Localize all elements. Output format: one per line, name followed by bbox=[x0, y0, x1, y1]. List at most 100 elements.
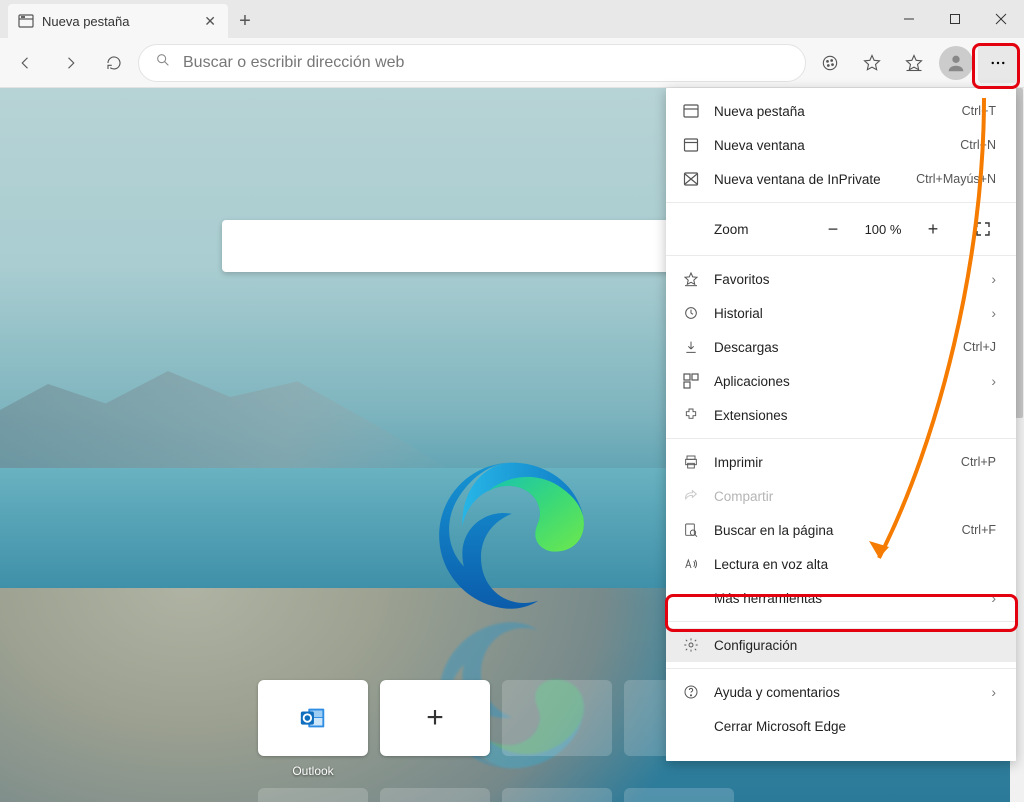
quick-link-placeholder bbox=[258, 788, 368, 802]
menu-label: Cerrar Microsoft Edge bbox=[714, 719, 996, 734]
quick-link-outlook[interactable] bbox=[258, 680, 368, 756]
tab-title: Nueva pestaña bbox=[42, 14, 129, 29]
download-icon bbox=[682, 339, 700, 355]
forward-button[interactable] bbox=[50, 43, 90, 83]
chevron-right-icon: › bbox=[991, 373, 996, 389]
menu-favorites[interactable]: Favoritos › bbox=[666, 262, 1016, 296]
chevron-right-icon: › bbox=[991, 305, 996, 321]
close-window-button[interactable] bbox=[978, 0, 1024, 38]
favorites-list-icon[interactable] bbox=[894, 43, 934, 83]
newtab-icon bbox=[682, 103, 700, 119]
menu-label: Nueva ventana de InPrivate bbox=[714, 172, 902, 187]
menu-separator bbox=[666, 202, 1016, 203]
quick-links-row-2 bbox=[258, 788, 734, 802]
quick-link-add[interactable]: + bbox=[380, 680, 490, 756]
menu-downloads[interactable]: Descargas Ctrl+J bbox=[666, 330, 1016, 364]
menu-close-edge[interactable]: Cerrar Microsoft Edge bbox=[666, 709, 1016, 743]
menu-shortcut: Ctrl+Mayús+N bbox=[916, 172, 996, 186]
chevron-right-icon: › bbox=[991, 684, 996, 700]
share-icon bbox=[682, 488, 700, 504]
menu-label: Más herramientas bbox=[714, 591, 977, 606]
favorite-star-icon[interactable] bbox=[852, 43, 892, 83]
tracking-prevention-icon[interactable] bbox=[810, 43, 850, 83]
menu-help[interactable]: Ayuda y comentarios › bbox=[666, 675, 1016, 709]
menu-separator bbox=[666, 621, 1016, 622]
menu-extensions[interactable]: Extensiones bbox=[666, 398, 1016, 432]
menu-read-aloud[interactable]: Lectura en voz alta bbox=[666, 547, 1016, 581]
menu-separator bbox=[666, 668, 1016, 669]
menu-label: Extensiones bbox=[714, 408, 996, 423]
menu-label: Nueva ventana bbox=[714, 138, 946, 153]
address-placeholder: Buscar o escribir dirección web bbox=[183, 54, 404, 72]
zoom-label: Zoom bbox=[682, 222, 806, 237]
quick-link-placeholder bbox=[502, 788, 612, 802]
menu-separator bbox=[666, 255, 1016, 256]
chevron-right-icon: › bbox=[991, 271, 996, 287]
read-aloud-icon bbox=[682, 556, 700, 572]
zoom-value: 100 % bbox=[860, 222, 906, 237]
menu-shortcut: Ctrl+F bbox=[962, 523, 996, 537]
menu-history[interactable]: Historial › bbox=[666, 296, 1016, 330]
search-icon bbox=[155, 52, 171, 73]
menu-shortcut: Ctrl+N bbox=[960, 138, 996, 152]
address-bar[interactable]: Buscar o escribir dirección web bbox=[138, 44, 806, 82]
close-tab-icon[interactable]: ✕ bbox=[204, 13, 216, 30]
inprivate-icon bbox=[682, 171, 700, 187]
quick-links-row: + bbox=[258, 680, 734, 756]
newtab-page-icon bbox=[18, 13, 34, 29]
zoom-out-button[interactable]: − bbox=[816, 214, 850, 244]
outlook-icon bbox=[298, 703, 328, 733]
menu-more-tools[interactable]: Más herramientas › bbox=[666, 581, 1016, 615]
maximize-button[interactable] bbox=[932, 0, 978, 38]
menu-label: Nueva pestaña bbox=[714, 104, 948, 119]
menu-zoom: Zoom − 100 % + bbox=[666, 209, 1016, 249]
chevron-right-icon: › bbox=[991, 590, 996, 606]
settings-menu-button[interactable] bbox=[978, 43, 1018, 83]
menu-apps[interactable]: Aplicaciones › bbox=[666, 364, 1016, 398]
menu-label: Buscar en la página bbox=[714, 523, 948, 538]
menu-find[interactable]: Buscar en la página Ctrl+F bbox=[666, 513, 1016, 547]
menu-label: Compartir bbox=[714, 489, 996, 504]
menu-settings[interactable]: Configuración bbox=[666, 628, 1016, 662]
menu-new-inprivate[interactable]: Nueva ventana de InPrivate Ctrl+Mayús+N bbox=[666, 162, 1016, 196]
browser-tab[interactable]: Nueva pestaña ✕ bbox=[8, 4, 228, 38]
menu-shortcut: Ctrl+P bbox=[961, 455, 996, 469]
menu-label: Descargas bbox=[714, 340, 949, 355]
titlebar: Nueva pestaña ✕ + bbox=[0, 0, 1024, 38]
gear-icon bbox=[682, 637, 700, 653]
window-controls bbox=[886, 0, 1024, 38]
history-icon bbox=[682, 305, 700, 321]
menu-shortcut: Ctrl+T bbox=[962, 104, 996, 118]
star-icon bbox=[682, 271, 700, 287]
quick-link-placeholder bbox=[380, 788, 490, 802]
menu-print[interactable]: Imprimir Ctrl+P bbox=[666, 445, 1016, 479]
quick-link-placeholder bbox=[502, 680, 612, 756]
new-tab-button[interactable]: + bbox=[228, 4, 262, 38]
menu-new-tab[interactable]: Nueva pestaña Ctrl+T bbox=[666, 94, 1016, 128]
quick-link-label: Outlook bbox=[258, 764, 368, 778]
minimize-button[interactable] bbox=[886, 0, 932, 38]
settings-menu: Nueva pestaña Ctrl+T Nueva ventana Ctrl+… bbox=[666, 88, 1016, 761]
menu-label: Configuración bbox=[714, 638, 996, 653]
back-button[interactable] bbox=[6, 43, 46, 83]
menu-label: Favoritos bbox=[714, 272, 977, 287]
refresh-button[interactable] bbox=[94, 43, 134, 83]
menu-share: Compartir bbox=[666, 479, 1016, 513]
menu-separator bbox=[666, 438, 1016, 439]
fullscreen-button[interactable] bbox=[966, 214, 1000, 244]
profile-button[interactable] bbox=[936, 43, 976, 83]
apps-icon bbox=[682, 373, 700, 389]
menu-shortcut: Ctrl+J bbox=[963, 340, 996, 354]
menu-label: Imprimir bbox=[714, 455, 947, 470]
zoom-in-button[interactable]: + bbox=[916, 214, 950, 244]
menu-new-window[interactable]: Nueva ventana Ctrl+N bbox=[666, 128, 1016, 162]
menu-label: Aplicaciones bbox=[714, 374, 977, 389]
print-icon bbox=[682, 454, 700, 470]
find-icon bbox=[682, 522, 700, 538]
toolbar: Buscar o escribir dirección web bbox=[0, 38, 1024, 88]
window-icon bbox=[682, 137, 700, 153]
menu-label: Lectura en voz alta bbox=[714, 557, 996, 572]
menu-label: Ayuda y comentarios bbox=[714, 685, 977, 700]
help-icon bbox=[682, 684, 700, 700]
menu-label: Historial bbox=[714, 306, 977, 321]
